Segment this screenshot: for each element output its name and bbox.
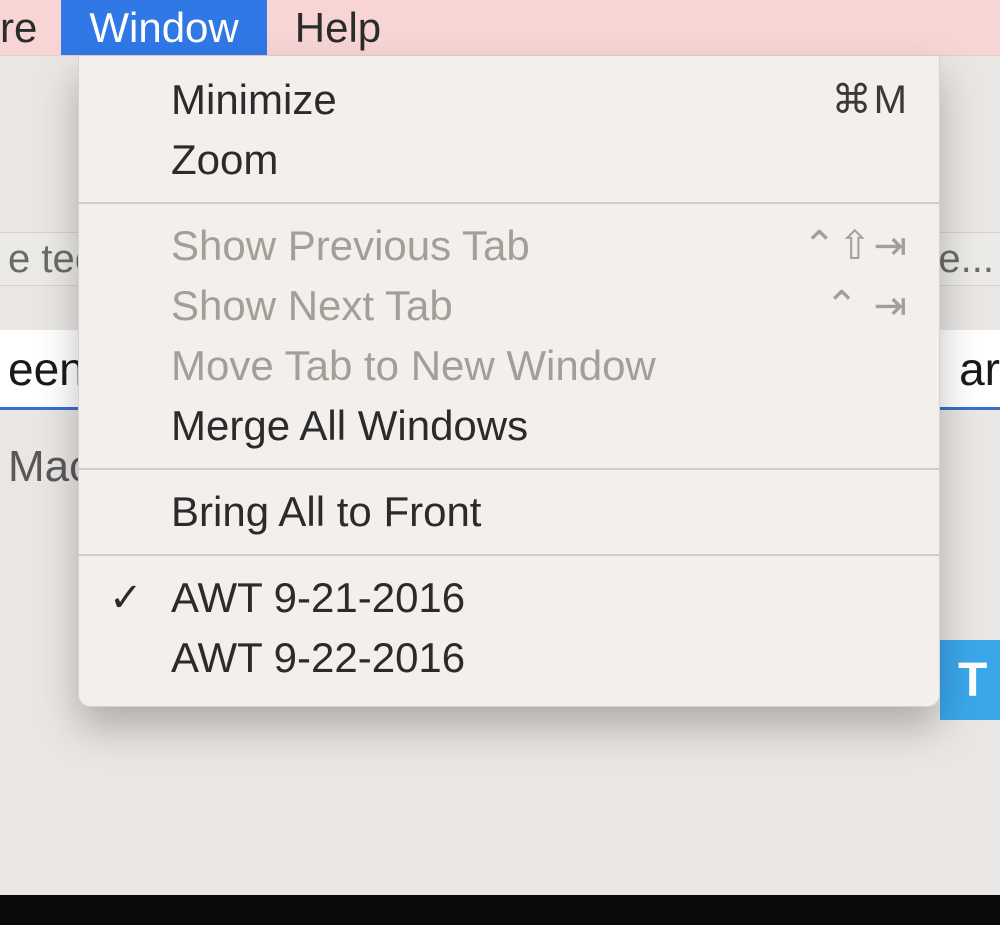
check-icon: ✓ (109, 575, 171, 621)
menu-item-label: Show Previous Tab (171, 222, 802, 270)
menu-item-shortcut: ⌃ ⇥ (825, 283, 909, 329)
menu-item-window-1[interactable]: ✓ AWT 9-21-2016 (79, 568, 939, 628)
menu-item-shortcut: ⌃⇧⇥ (802, 223, 909, 269)
menubar-item-label: Help (295, 4, 381, 52)
menubar-item-label: Window (89, 4, 238, 52)
menubar-item-help[interactable]: Help (267, 0, 409, 55)
menubar: re Window Help (0, 0, 1000, 56)
menu-separator (79, 468, 939, 470)
menu-item-bring-all-to-front[interactable]: Bring All to Front (79, 482, 939, 542)
menubar-item-label: re (0, 4, 37, 52)
background-button-label: T (958, 653, 987, 708)
background-search-right: ar (959, 342, 1000, 396)
menu-separator (79, 202, 939, 204)
menu-item-label: AWT 9-21-2016 (171, 574, 909, 622)
background-button[interactable]: T (940, 640, 1000, 720)
menu-separator (79, 554, 939, 556)
menubar-item-window[interactable]: Window (61, 0, 266, 55)
menu-item-window-2[interactable]: AWT 9-22-2016 (79, 628, 939, 688)
background-search-left: een (8, 342, 85, 396)
menu-item-shortcut: ⌘M (832, 77, 909, 123)
menu-item-minimize[interactable]: Minimize ⌘M (79, 70, 939, 130)
menu-item-label: Minimize (171, 76, 832, 124)
menu-item-merge-all-windows[interactable]: Merge All Windows (79, 396, 939, 456)
menu-item-move-tab-new-window: Move Tab to New Window (79, 336, 939, 396)
menu-item-zoom[interactable]: Zoom (79, 130, 939, 190)
background-tab-right: e... (938, 237, 1000, 282)
bottom-strip (0, 895, 1000, 925)
window-menu-dropdown: Minimize ⌘M Zoom Show Previous Tab ⌃⇧⇥ S… (78, 56, 940, 707)
menu-item-label: Show Next Tab (171, 282, 825, 330)
menubar-item-prev[interactable]: re (0, 0, 61, 55)
menu-item-label: AWT 9-22-2016 (171, 634, 909, 682)
menu-item-show-previous-tab: Show Previous Tab ⌃⇧⇥ (79, 216, 939, 276)
menu-item-label: Merge All Windows (171, 402, 909, 450)
menu-item-label: Bring All to Front (171, 488, 909, 536)
menu-item-show-next-tab: Show Next Tab ⌃ ⇥ (79, 276, 939, 336)
menu-item-label: Zoom (171, 136, 909, 184)
menu-item-label: Move Tab to New Window (171, 342, 909, 390)
